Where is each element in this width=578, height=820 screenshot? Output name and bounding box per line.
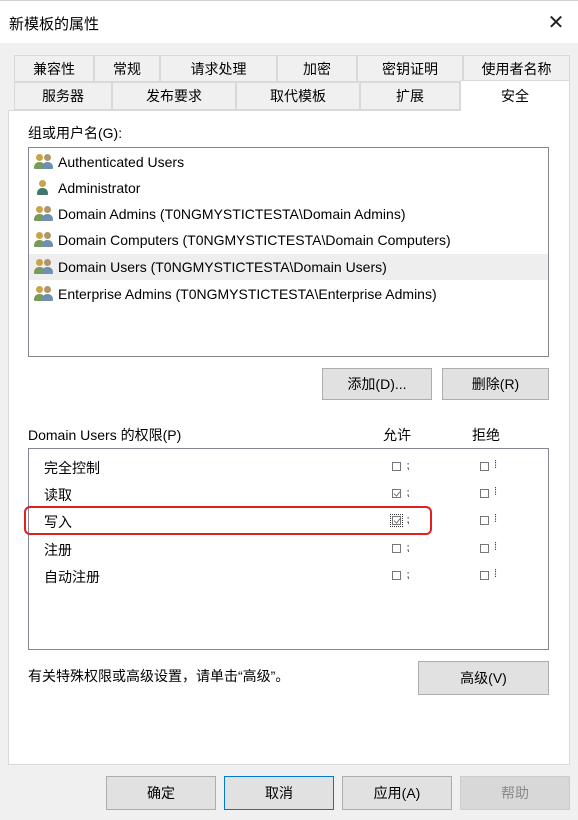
user-group-icon: [34, 231, 56, 249]
allow-checkbox[interactable]: [390, 514, 403, 527]
close-icon: ✕: [547, 11, 565, 34]
tab-server[interactable]: 服务器: [14, 82, 112, 110]
deny-checkbox[interactable]: [480, 516, 489, 525]
allow-header: 允许: [383, 427, 411, 443]
tab-extensions[interactable]: 扩展: [360, 82, 460, 110]
permission-name: 写入: [44, 514, 72, 530]
permission-row: 自动注册 ⁏ ⁞: [44, 568, 498, 585]
user-icon: [34, 179, 56, 197]
list-item-selected[interactable]: Domain Users (T0NGMYSTICTESTA\Domain Use…: [29, 254, 548, 280]
deny-checkbox[interactable]: [480, 462, 489, 471]
window-title: 新模板的属性: [9, 16, 100, 33]
tab-request-handling[interactable]: 请求处理: [160, 55, 277, 82]
deny-header: 拒绝: [472, 427, 500, 443]
users-listbox[interactable]: Authenticated Users Administrator Domain…: [28, 147, 549, 357]
user-group-icon: [34, 153, 56, 171]
tab-general[interactable]: 常规: [94, 55, 160, 82]
list-item[interactable]: Authenticated Users: [29, 149, 548, 175]
tab-issuance-requirements[interactable]: 发布要求: [112, 82, 236, 110]
list-item[interactable]: Domain Computers (T0NGMYSTICTESTA\Domain…: [29, 227, 548, 253]
permissions-list: 完全控制 ⁏ ⁞ 读取 ⁏ ⁞ 写入 ⁏ ⁞ 注册 ⁏ ⁞ 自动注册 ⁏ ⁞: [28, 448, 549, 650]
permission-row: 完全控制 ⁏ ⁞: [44, 459, 498, 476]
permission-row: 注册 ⁏ ⁞: [44, 541, 498, 558]
permission-name: 完全控制: [44, 460, 100, 476]
allow-checkbox[interactable]: [392, 571, 401, 580]
allow-checkbox[interactable]: [392, 544, 401, 553]
permission-name: 读取: [44, 487, 72, 503]
deny-checkbox[interactable]: [480, 489, 489, 498]
list-item[interactable]: Enterprise Admins (T0NGMYSTICTESTA\Enter…: [29, 281, 548, 307]
user-group-icon: [34, 285, 56, 303]
deny-checkbox[interactable]: [480, 544, 489, 553]
allow-checkbox[interactable]: [392, 462, 401, 471]
apply-button[interactable]: 应用(A): [342, 776, 452, 810]
close-button[interactable]: ✕: [534, 1, 578, 43]
title-bar: 新模板的属性 ✕: [0, 0, 578, 43]
remove-button[interactable]: 删除(R): [442, 368, 549, 400]
advanced-button[interactable]: 高级(V): [418, 661, 549, 695]
user-group-icon: [34, 258, 56, 276]
allow-checkbox[interactable]: [392, 489, 401, 498]
ok-button[interactable]: 确定: [106, 776, 216, 810]
group-or-user-label: 组或用户名(G):: [28, 125, 123, 141]
tab-cryptography[interactable]: 加密: [277, 55, 357, 82]
tab-subject-name[interactable]: 使用者名称: [463, 55, 570, 82]
add-button[interactable]: 添加(D)...: [322, 368, 432, 400]
permission-row: 写入 ⁏ ⁞: [44, 513, 498, 530]
permissions-label: Domain Users 的权限(P): [28, 427, 182, 443]
list-item[interactable]: Administrator: [29, 175, 548, 201]
permission-row: 读取 ⁏ ⁞: [44, 486, 498, 503]
tab-key-attestation[interactable]: 密钥证明: [357, 55, 463, 82]
user-group-icon: [34, 205, 56, 223]
list-item[interactable]: Domain Admins (T0NGMYSTICTESTA\Domain Ad…: [29, 201, 548, 227]
cancel-button[interactable]: 取消: [224, 776, 334, 810]
tab-compatibility[interactable]: 兼容性: [14, 55, 94, 82]
tab-superseded-templates[interactable]: 取代模板: [236, 82, 360, 110]
tab-security[interactable]: 安全: [460, 80, 570, 111]
deny-checkbox[interactable]: [480, 571, 489, 580]
permission-name: 注册: [44, 542, 72, 558]
help-button[interactable]: 帮助: [460, 776, 570, 810]
permission-name: 自动注册: [44, 569, 100, 585]
advanced-note: 有关特殊权限或高级设置，请单击“高级”。: [28, 668, 290, 684]
